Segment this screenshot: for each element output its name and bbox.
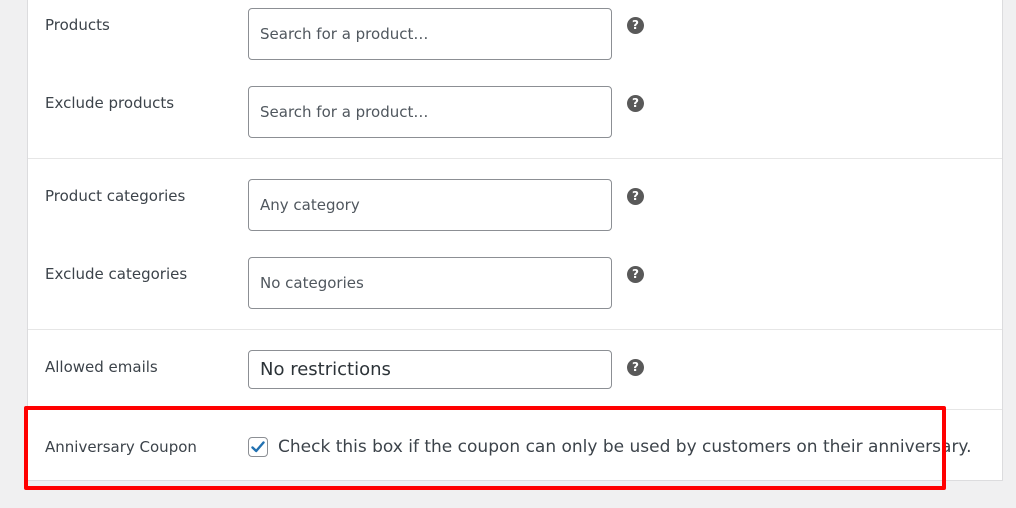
section-divider: [28, 158, 1002, 159]
exclude-products-help-icon[interactable]: ?: [627, 95, 644, 112]
usage-restriction-panel: Products ? Exclude products ? Product ca…: [27, 0, 1003, 481]
anniversary-coupon-description: Check this box if the coupon can only be…: [278, 437, 972, 457]
product-categories-label: Product categories: [45, 187, 186, 205]
anniversary-coupon-label: Anniversary Coupon: [45, 438, 197, 456]
allowed-emails-help-icon[interactable]: ?: [627, 359, 644, 376]
exclude-categories-select[interactable]: [248, 257, 612, 309]
allowed-emails-label: Allowed emails: [45, 358, 158, 376]
products-help-icon[interactable]: ?: [627, 17, 644, 34]
exclude-categories-help-icon[interactable]: ?: [627, 266, 644, 283]
section-divider: [28, 409, 1002, 410]
anniversary-coupon-row: Check this box if the coupon can only be…: [248, 435, 971, 459]
exclude-products-label: Exclude products: [45, 94, 175, 112]
product-categories-help-icon[interactable]: ?: [627, 188, 644, 205]
exclude-products-search-input[interactable]: [248, 86, 612, 138]
checkmark-icon: [251, 441, 265, 453]
section-divider: [28, 329, 1002, 330]
allowed-emails-input[interactable]: [248, 350, 612, 389]
product-categories-select[interactable]: [248, 179, 612, 231]
products-label: Products: [45, 16, 110, 34]
anniversary-coupon-checkbox[interactable]: [248, 437, 268, 457]
products-search-input[interactable]: [248, 8, 612, 60]
exclude-categories-label: Exclude categories: [45, 265, 188, 283]
